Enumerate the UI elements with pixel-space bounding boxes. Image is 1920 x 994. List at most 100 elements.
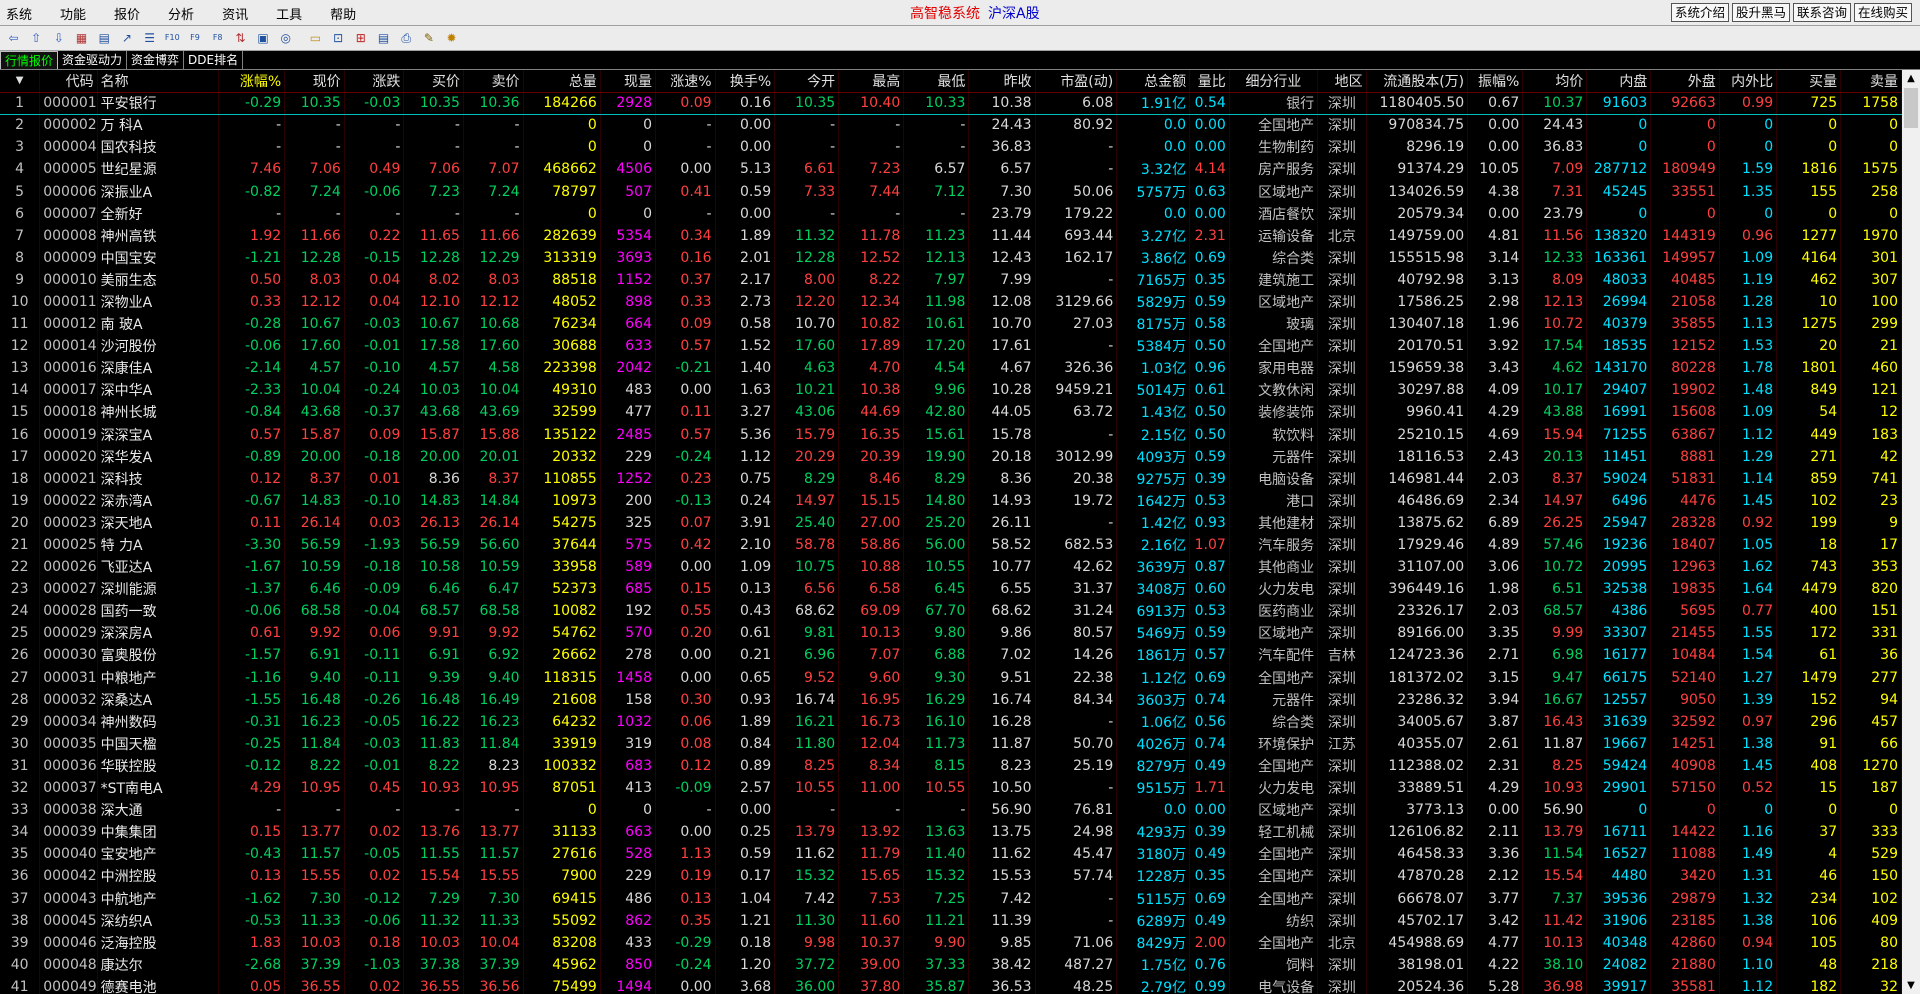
col-header-22[interactable]: 振幅% bbox=[1467, 70, 1524, 93]
col-header-16[interactable]: 市盈(动) bbox=[1035, 70, 1118, 93]
table-row[interactable]: 21 000025 特 力A -3.30 56.59 -1.93 56.59 56.60 376… bbox=[0, 533, 1902, 557]
table-row[interactable]: 38 000045 深纺织A -0.53 11.33 -0.06 11.32 11.33 550… bbox=[0, 909, 1902, 932]
col-header-28[interactable]: 卖量 bbox=[1840, 70, 1902, 93]
table-row[interactable]: 35 000040 宝安地产 -0.43 11.57 -0.05 11.55 11.57 276… bbox=[0, 843, 1902, 866]
table-row[interactable]: 7 000008 神州高铁 1.92 11.66 0.22 11.65 11.66 282639… bbox=[0, 224, 1902, 247]
table-row[interactable]: 16 000019 深深宝A 0.57 15.87 0.09 15.87 15.88 13512… bbox=[0, 423, 1902, 446]
print-icon[interactable]: ⎙ bbox=[397, 29, 416, 47]
col-header-5[interactable]: 涨跌 bbox=[344, 70, 405, 93]
col-header-15[interactable]: 昨收 bbox=[968, 70, 1036, 93]
list-icon[interactable]: ☰ bbox=[140, 29, 159, 47]
top-button-1[interactable]: 股升黑马 bbox=[1731, 3, 1790, 22]
calc-icon[interactable]: ▦ bbox=[72, 29, 91, 47]
table-row[interactable]: 2 000002 万 科A - - - - -0 0-0.00- - -24.43 80.92 0.0 0… bbox=[0, 114, 1902, 137]
table-row[interactable]: 32 000037 *ST南电A 4.29 10.95 0.45 10.93 10.95 870… bbox=[0, 777, 1902, 800]
table-row[interactable]: 29 000034 神州数码 -0.31 16.23 -0.05 16.22 16.23 642… bbox=[0, 710, 1902, 733]
col-header-18[interactable]: 量比 bbox=[1189, 70, 1230, 93]
table-row[interactable]: 36 000042 中洲控股 0.13 15.55 0.02 15.54 15.55 7900 2… bbox=[0, 865, 1902, 888]
col-header-25[interactable]: 外盘 bbox=[1650, 70, 1720, 93]
top-button-2[interactable]: 联系咨询 bbox=[1792, 3, 1851, 22]
back-icon[interactable]: ⇦ bbox=[4, 29, 23, 47]
tab-3[interactable]: DDE排名 bbox=[184, 51, 244, 69]
down-icon[interactable]: ⇩ bbox=[49, 29, 68, 47]
col-header-6[interactable]: 买价 bbox=[403, 70, 464, 93]
col-header-4[interactable]: 现价 bbox=[284, 70, 345, 93]
table-row[interactable]: 15 000018 神州长城 -0.84 43.68 -0.37 43.68 43.69 325… bbox=[0, 401, 1902, 424]
col-header-12[interactable]: 今开 bbox=[774, 70, 840, 93]
menu-item-5[interactable]: 工具 bbox=[276, 4, 302, 23]
graph-icon[interactable]: ▣ bbox=[254, 29, 273, 47]
tab-0[interactable]: 行情报价 bbox=[0, 51, 59, 69]
col-header-1[interactable]: 代码 bbox=[39, 70, 98, 93]
col-header-27[interactable]: 买量 bbox=[1776, 70, 1842, 93]
settings-icon[interactable]: ✎ bbox=[419, 29, 438, 47]
table-row[interactable]: 37 000043 中航地产 -1.62 7.30 -0.12 7.29 7.30 69415 4… bbox=[0, 887, 1902, 910]
menu-item-4[interactable]: 资讯 bbox=[222, 4, 248, 23]
table-row[interactable]: 5 000006 深振业A -0.82 7.24 -0.06 7.23 7.24 78797 50… bbox=[0, 180, 1902, 203]
folder-icon[interactable]: ▭ bbox=[306, 29, 325, 47]
col-header-3[interactable]: 涨幅% bbox=[218, 70, 286, 93]
table-row[interactable]: 3 000004 国农科技 - - - - -0 0-0.00- - -36.83-0.0 0.00 生… bbox=[0, 136, 1902, 159]
tab-2[interactable]: 资金博弈 bbox=[127, 51, 185, 69]
table-row[interactable]: 13 000016 深康佳A -2.14 4.57 -0.10 4.57 4.58 223398… bbox=[0, 357, 1902, 380]
table-row[interactable]: 11 000012 南 玻A -0.28 10.67 -0.03 10.67 10.68 762… bbox=[0, 313, 1902, 336]
top-button-0[interactable]: 系统介绍 bbox=[1670, 3, 1729, 22]
f8-icon[interactable]: F8 bbox=[208, 29, 227, 47]
top-button-3[interactable]: 在线购买 bbox=[1853, 3, 1912, 22]
table-row[interactable]: 34 000039 中集集团 0.15 13.77 0.02 13.76 13.77 31133… bbox=[0, 821, 1902, 844]
table-row[interactable]: 4 000005 世纪星源 7.46 7.06 0.49 7.06 7.07 468662 450… bbox=[0, 158, 1902, 181]
expand-icon[interactable]: ⊡ bbox=[329, 29, 348, 47]
table-row[interactable]: 40 000048 康达尔 -2.68 37.39 -1.03 37.38 37.39 4596… bbox=[0, 953, 1902, 976]
table-row[interactable]: 10 000011 深物业A 0.33 12.12 0.04 12.10 12.12 48052… bbox=[0, 290, 1902, 314]
table-row[interactable]: 27 000031 中粮地产 -1.16 9.40 -0.11 9.39 9.40 118315… bbox=[0, 666, 1902, 689]
col-header-20[interactable]: 地区 bbox=[1317, 70, 1367, 93]
scroll-up-icon[interactable]: ▲ bbox=[1902, 70, 1920, 87]
circle-icon[interactable]: ◎ bbox=[276, 29, 295, 47]
table-row[interactable]: 22 000026 飞亚达A -1.67 10.59 -0.18 10.58 10.59 339… bbox=[0, 556, 1902, 579]
menu-item-6[interactable]: 帮助 bbox=[330, 4, 356, 23]
col-header-19[interactable]: 细分行业 bbox=[1229, 70, 1319, 93]
table-row[interactable]: 18 000021 深科技 0.12 8.37 0.01 8.36 8.37 110855 125… bbox=[0, 467, 1902, 490]
table-row[interactable]: 30 000035 中国天楹 -0.25 11.84 -0.03 11.83 11.84 339… bbox=[0, 732, 1902, 755]
trend-icon[interactable]: ↗ bbox=[117, 29, 136, 47]
tab-1[interactable]: 资金驱动力 bbox=[58, 51, 128, 69]
table-row[interactable]: 9 000010 美丽生态 0.50 8.03 0.04 8.02 8.03 88518 1152… bbox=[0, 268, 1902, 291]
col-header-13[interactable]: 最高 bbox=[838, 70, 905, 93]
col-header-8[interactable]: 总量 bbox=[523, 70, 601, 93]
funds-icon[interactable]: ⇅ bbox=[231, 29, 250, 47]
table-row[interactable]: 25 000029 深深房A 0.61 9.92 0.06 9.91 9.92 54762 570… bbox=[0, 622, 1902, 645]
table-row[interactable]: 39 000046 泛海控股 1.83 10.03 0.18 10.03 10.04 83208… bbox=[0, 931, 1902, 954]
col-header-21[interactable]: 流通股本(万) bbox=[1366, 70, 1469, 93]
table-row[interactable]: 31 000036 华联控股 -0.12 8.22 -0.01 8.22 8.23 100332… bbox=[0, 754, 1902, 777]
table-row[interactable]: 33 000038 深大通 - - - - -0 0-0.00- - -56.90 76.81 0.0 0… bbox=[0, 799, 1902, 822]
col-header-2[interactable]: 名称 bbox=[97, 70, 219, 93]
col-header-7[interactable]: 卖价 bbox=[463, 70, 524, 93]
table-row[interactable]: 28 000032 深桑达A -1.55 16.48 -0.26 16.48 16.49 216… bbox=[0, 688, 1902, 711]
menu-item-3[interactable]: 分析 bbox=[168, 4, 194, 23]
table-row[interactable]: 1 000001 平安银行 -0.29 10.35 -0.03 10.35 10.36 1842… bbox=[0, 92, 1902, 115]
col-header-9[interactable]: 现量 bbox=[600, 70, 656, 93]
menu-item-0[interactable]: 系统 bbox=[6, 4, 32, 23]
scroll-thumb[interactable] bbox=[1904, 88, 1918, 128]
table-row[interactable]: 20 000023 深天地A 0.11 26.14 0.03 26.13 26.14 54275… bbox=[0, 511, 1902, 534]
col-header-23[interactable]: 均价 bbox=[1522, 70, 1588, 93]
sort-menu-icon[interactable]: ▼ bbox=[0, 70, 41, 93]
col-header-14[interactable]: 最低 bbox=[903, 70, 970, 93]
table-row[interactable]: 19 000022 深赤湾A -0.67 14.83 -0.10 14.83 14.84 109… bbox=[0, 489, 1902, 512]
table-row[interactable]: 24 000028 国药一致 -0.06 68.58 -0.04 68.57 68.58 100… bbox=[0, 600, 1902, 623]
col-header-26[interactable]: 内外比 bbox=[1719, 70, 1778, 93]
f9-icon[interactable]: F9 bbox=[186, 29, 205, 47]
gear-icon[interactable]: ✹ bbox=[442, 29, 461, 47]
menu-item-1[interactable]: 功能 bbox=[60, 4, 86, 23]
col-header-24[interactable]: 内盘 bbox=[1586, 70, 1652, 93]
chart-icon[interactable]: ⊞ bbox=[351, 29, 370, 47]
vertical-scrollbar[interactable]: ▲ ▼ bbox=[1902, 70, 1920, 994]
col-header-10[interactable]: 涨速% bbox=[655, 70, 716, 93]
scroll-down-icon[interactable]: ▼ bbox=[1902, 977, 1920, 994]
menu-item-2[interactable]: 报价 bbox=[114, 4, 140, 23]
news-icon[interactable]: ▤ bbox=[374, 29, 393, 47]
table-row[interactable]: 6 000007 全新好 - - - - -0 0-0.00- - -23.79 179.22 0.0 0… bbox=[0, 202, 1902, 225]
table-row[interactable]: 14 000017 深中华A -2.33 10.04 -0.24 10.03 10.04 493… bbox=[0, 379, 1902, 402]
col-header-17[interactable]: 总金额 bbox=[1116, 70, 1191, 93]
table-row[interactable]: 8 000009 中国宝安 -1.21 12.28 -0.15 12.28 12.29 3133… bbox=[0, 246, 1902, 269]
